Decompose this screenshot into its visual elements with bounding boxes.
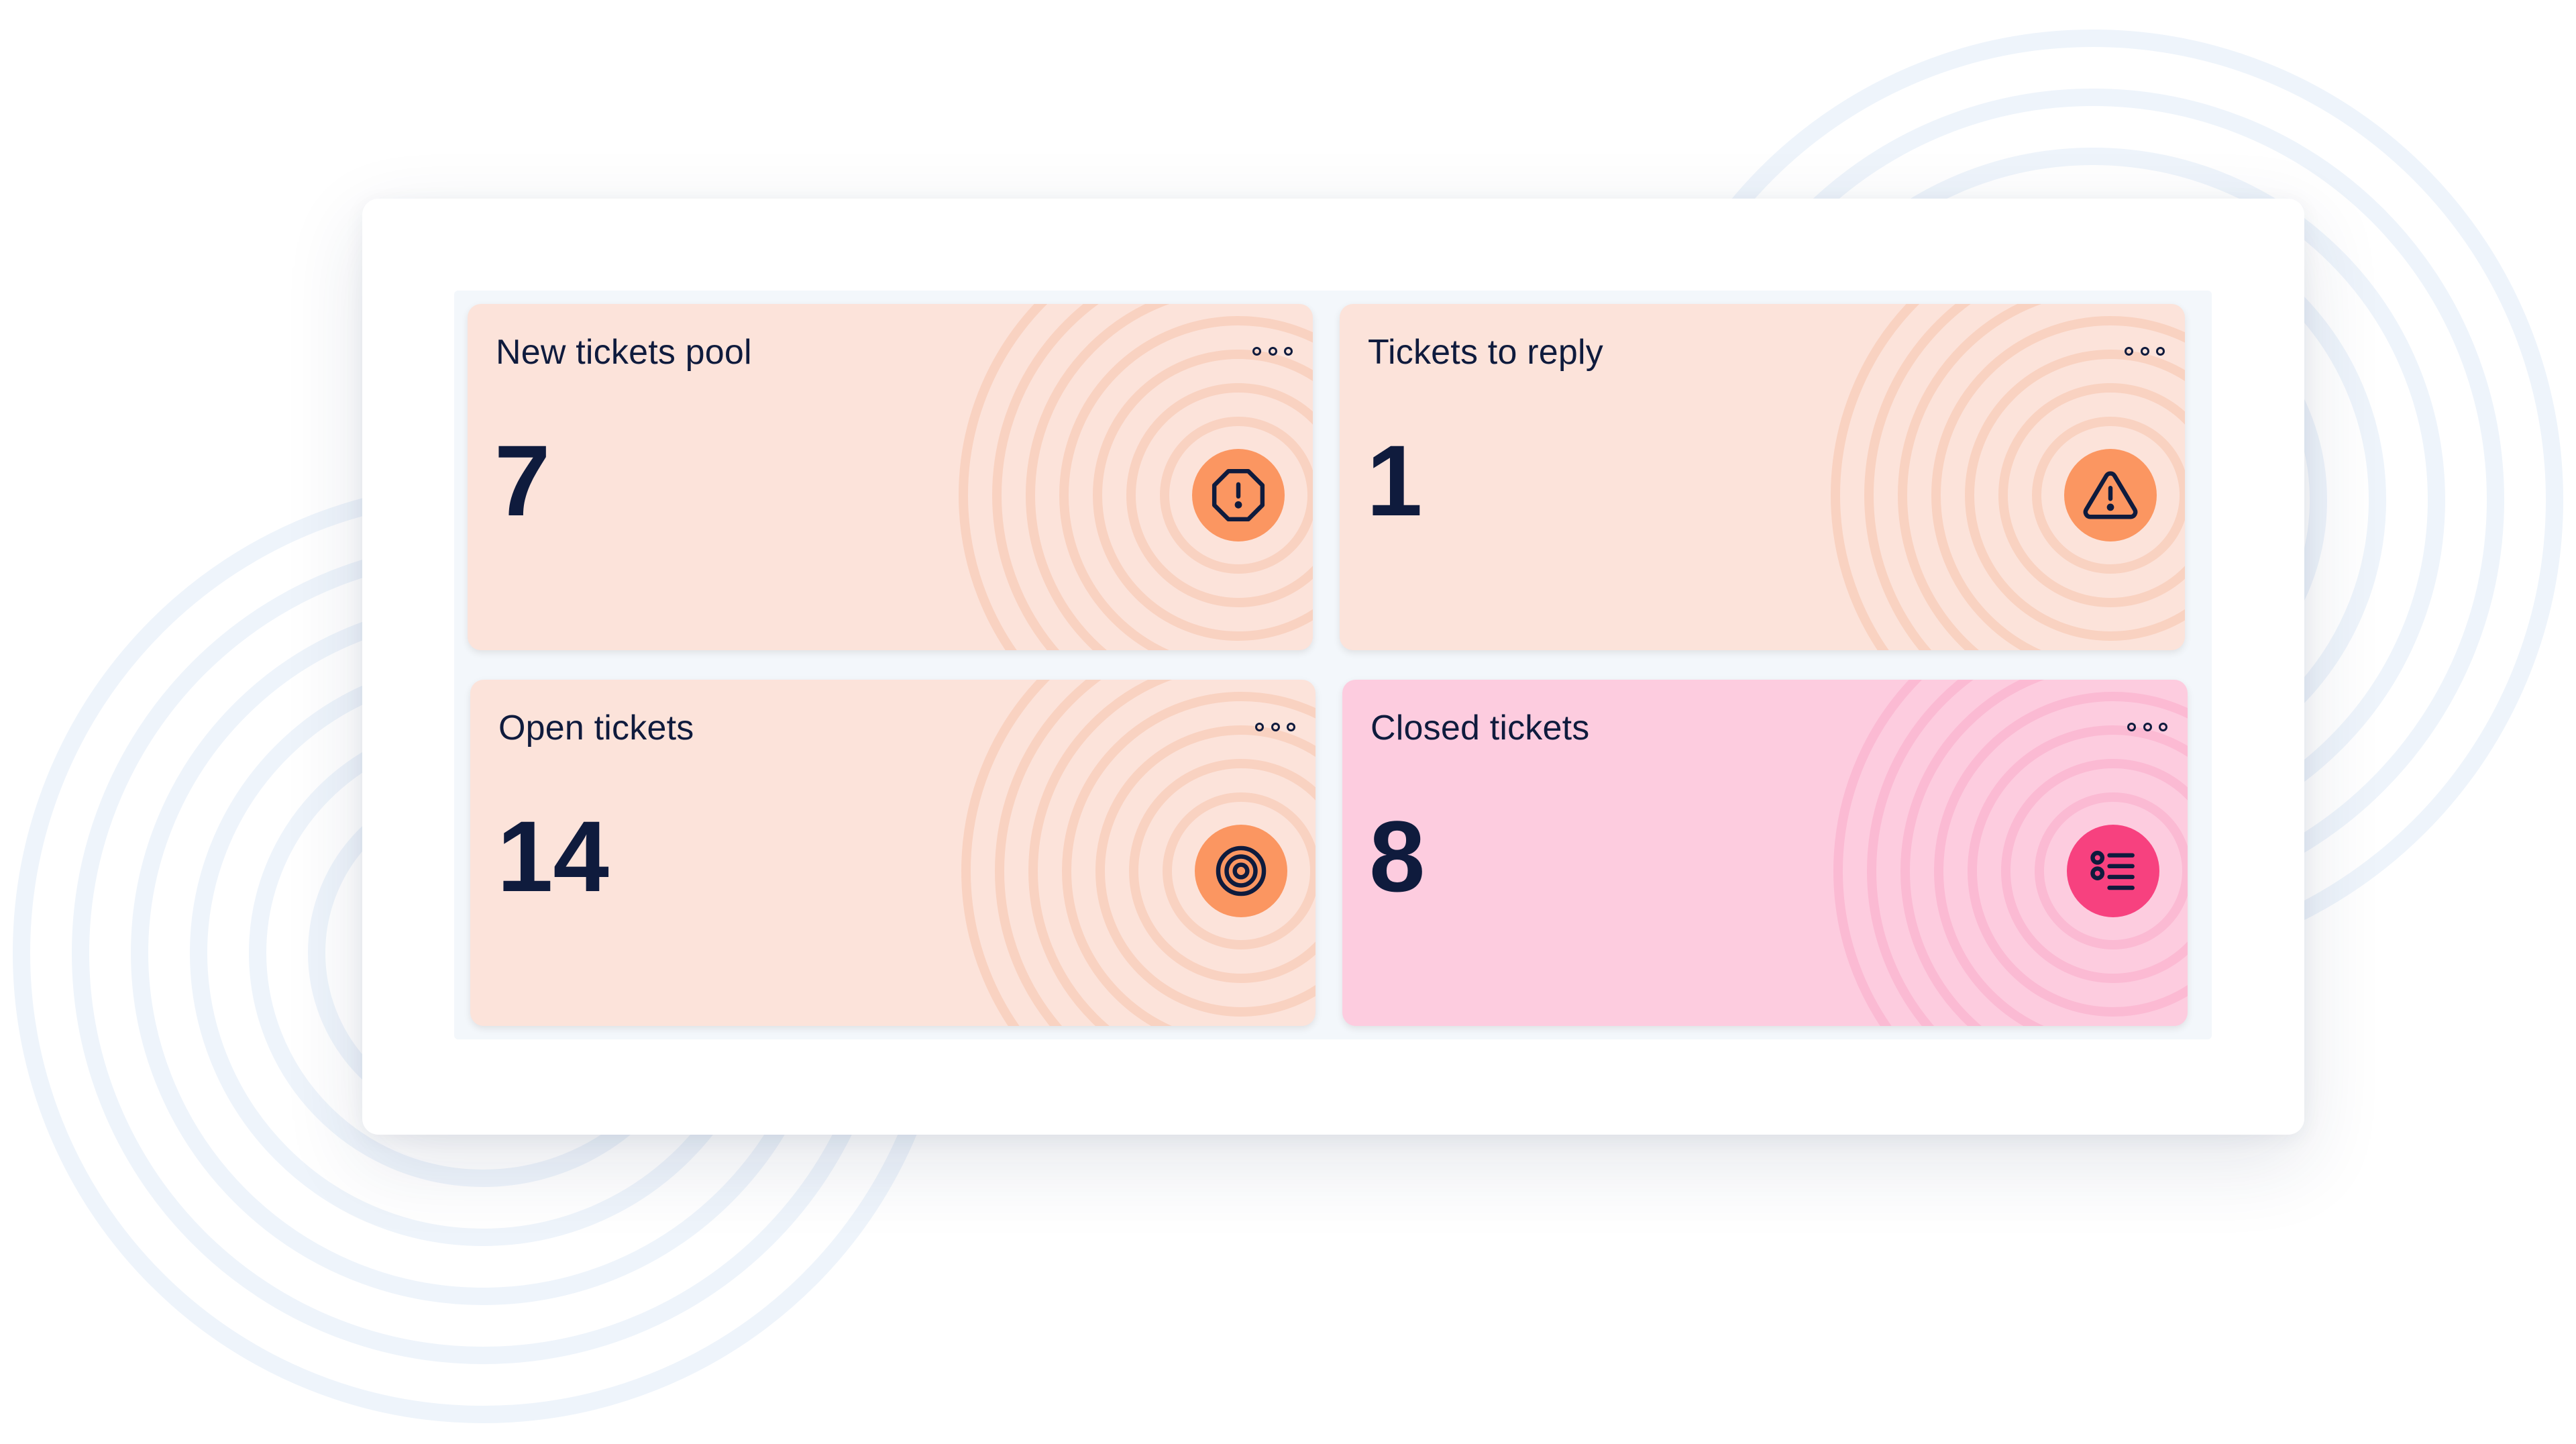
triangle-warning-icon [2064,449,2157,542]
card-title: New tickets pool [496,333,752,372]
card-open-tickets[interactable]: Open tickets 14 [470,680,1316,1026]
card-count: 1 [1366,424,1423,537]
more-options-icon[interactable] [1255,719,1295,735]
card-title: Tickets to reply [1368,333,1603,372]
more-options-icon[interactable] [2125,343,2165,359]
card-title: Closed tickets [1371,709,1590,747]
card-closed-tickets[interactable]: Closed tickets 8 [1342,680,2188,1026]
card-count: 8 [1369,800,1426,913]
card-count: 7 [494,424,551,537]
card-count: 14 [497,800,609,913]
list-icon [2067,825,2159,917]
card-new-tickets-pool[interactable]: New tickets pool 7 [468,304,1313,650]
card-title: Open tickets [498,709,694,747]
cards-grid: New tickets pool 7 Tickets to reply 1 Op… [454,291,2212,1039]
card-tickets-to-reply[interactable]: Tickets to reply 1 [1340,304,2185,650]
octagon-alert-icon [1192,449,1285,542]
more-options-icon[interactable] [2127,719,2167,735]
dashboard-panel: New tickets pool 7 Tickets to reply 1 Op… [362,199,2304,1135]
target-icon [1195,825,1287,917]
more-options-icon[interactable] [1252,343,1293,359]
